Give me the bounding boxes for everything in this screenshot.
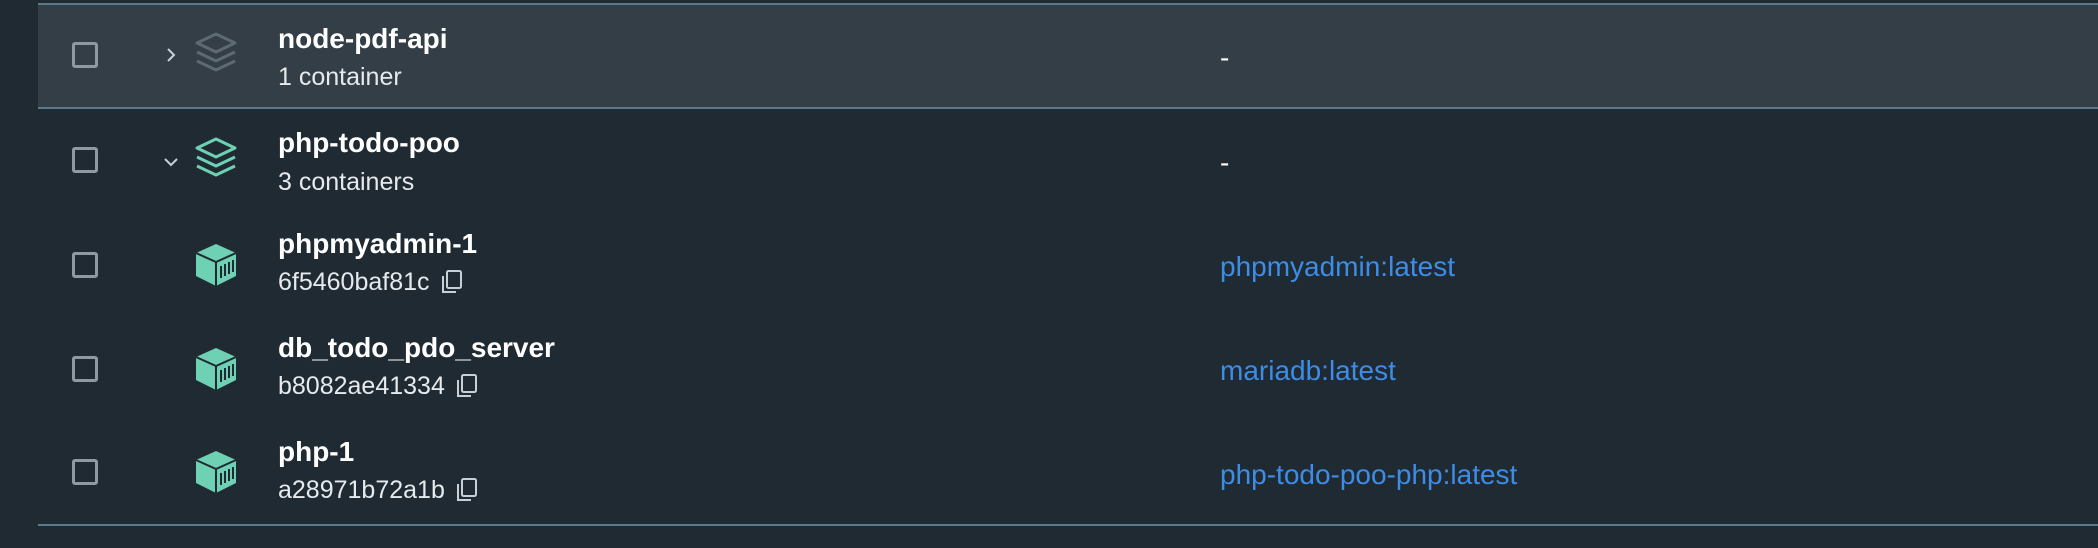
container-icon xyxy=(195,451,237,493)
image-link[interactable]: phpmyadmin:latest xyxy=(1220,251,1455,283)
container-icon xyxy=(195,348,237,390)
copy-icon[interactable] xyxy=(440,269,464,295)
container-count: 3 containers xyxy=(278,168,415,196)
row-image: - xyxy=(1220,42,1230,73)
table-row[interactable]: phpmyadmin-1 6f5460baf81c phpmyadmin:lat… xyxy=(38,214,2098,318)
table-row[interactable]: php-todo-poo 3 containers - xyxy=(38,109,2098,211)
row-name[interactable]: node-pdf-api xyxy=(278,23,448,55)
container-id: 6f5460baf81c xyxy=(278,268,430,296)
row-image: - xyxy=(1220,147,1230,178)
table-row[interactable]: db_todo_pdo_server b8082ae41334 mariadb:… xyxy=(38,318,2098,422)
copy-icon[interactable] xyxy=(455,477,479,503)
row-subtitle: 3 containers xyxy=(278,167,414,197)
row-name[interactable]: phpmyadmin-1 xyxy=(278,228,477,260)
row-subtitle: a28971b72a1b xyxy=(278,475,479,505)
container-id: a28971b72a1b xyxy=(278,476,445,504)
container-count: 1 container xyxy=(278,63,402,91)
row-subtitle: b8082ae41334 xyxy=(278,371,479,401)
row-checkbox[interactable] xyxy=(72,356,98,382)
row-name[interactable]: db_todo_pdo_server xyxy=(278,332,555,364)
image-link[interactable]: mariadb:latest xyxy=(1220,355,1396,387)
copy-icon[interactable] xyxy=(455,373,479,399)
layers-icon xyxy=(195,32,237,72)
containers-table: node-pdf-api 1 container - php-todo-poo … xyxy=(38,0,2098,548)
row-checkbox[interactable] xyxy=(72,42,98,68)
chevron-down-icon[interactable] xyxy=(161,152,181,172)
image-link[interactable]: php-todo-poo-php:latest xyxy=(1220,459,1517,491)
divider xyxy=(38,524,2098,526)
row-name[interactable]: php-1 xyxy=(278,436,354,468)
row-subtitle: 1 container xyxy=(278,62,402,92)
container-icon xyxy=(195,244,237,286)
layers-icon xyxy=(195,137,237,177)
row-checkbox[interactable] xyxy=(72,252,98,278)
row-checkbox[interactable] xyxy=(72,459,98,485)
chevron-right-icon[interactable] xyxy=(161,45,181,65)
container-id: b8082ae41334 xyxy=(278,372,445,400)
row-subtitle: 6f5460baf81c xyxy=(278,267,464,297)
row-name[interactable]: php-todo-poo xyxy=(278,127,460,159)
row-checkbox[interactable] xyxy=(72,147,98,173)
table-row[interactable]: php-1 a28971b72a1b php-todo-poo-php:late… xyxy=(38,422,2098,524)
table-row[interactable]: node-pdf-api 1 container - xyxy=(38,5,2098,108)
